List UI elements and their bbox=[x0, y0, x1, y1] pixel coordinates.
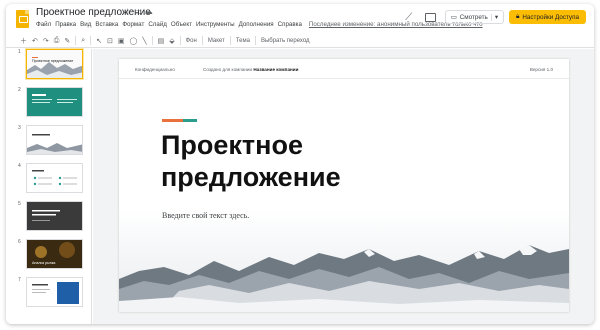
title-accent-bar bbox=[162, 119, 197, 122]
menu-help[interactable]: Справка bbox=[278, 21, 302, 28]
share-label: Настройки Доступа bbox=[522, 13, 579, 21]
divider bbox=[229, 36, 231, 45]
theme-button[interactable]: Тема bbox=[236, 38, 250, 44]
filmstrip-item[interactable]: 3 bbox=[6, 125, 92, 155]
slide-number: 5 bbox=[18, 201, 21, 207]
toolbar: ＋ ↶ ↷ ⎙ ✎ ⌕ ↖ ⊡ ▣ ◯ ╲ ▤ ⬙ Фон Макет Тема… bbox=[6, 34, 594, 48]
filmstrip-item[interactable]: 4 bbox=[6, 163, 92, 193]
menu-tools[interactable]: Инструменты bbox=[196, 21, 235, 28]
slide-number: 1 bbox=[18, 49, 21, 55]
line-icon[interactable]: ╲ bbox=[142, 37, 146, 45]
present-button[interactable]: ▭ Смотреть ▾ bbox=[444, 10, 504, 24]
slide-number: 2 bbox=[18, 87, 21, 93]
filmstrip-item[interactable]: 2 bbox=[6, 87, 92, 117]
share-button[interactable]: 🔒︎ Настройки Доступа bbox=[509, 10, 586, 24]
thumbnail-2-art bbox=[27, 88, 82, 116]
slide-number: 7 bbox=[18, 277, 21, 283]
select-icon[interactable]: ↖ bbox=[96, 37, 102, 45]
activity-dashboard-icon[interactable]: ⟋ bbox=[402, 12, 416, 23]
header-actions: ⟋ ▭ Смотреть ▾ 🔒︎ Настройки Доступа bbox=[402, 10, 586, 24]
lock-icon: 🔒︎ bbox=[516, 13, 520, 20]
thumb-6-title: Анализ рынка bbox=[32, 261, 55, 265]
paint-format-icon[interactable]: ✎ bbox=[64, 37, 70, 45]
menu-view[interactable]: Вид bbox=[80, 21, 91, 28]
slide-thumbnail-4[interactable] bbox=[26, 163, 83, 193]
layout-button[interactable]: Макет bbox=[208, 38, 225, 44]
move-folder-icon[interactable]: ▭ bbox=[134, 7, 145, 16]
shape-icon[interactable]: ◯ bbox=[130, 37, 138, 45]
divider bbox=[151, 36, 153, 45]
confidential-label: Конфиденциально bbox=[135, 67, 175, 72]
editor-canvas: Конфиденциально Создано для компании Наз… bbox=[93, 49, 594, 324]
star-icon[interactable]: ☆ bbox=[124, 7, 134, 16]
menu-object[interactable]: Объект bbox=[171, 21, 192, 28]
menu-addons[interactable]: Дополнения bbox=[239, 21, 274, 28]
slide-thumbnail-7[interactable] bbox=[26, 277, 83, 307]
current-slide[interactable]: Конфиденциально Создано для компании Наз… bbox=[119, 59, 569, 312]
divider bbox=[179, 36, 181, 45]
title-actions: ☆▭☁ bbox=[124, 7, 156, 16]
menu-slide[interactable]: Слайд bbox=[148, 21, 167, 28]
thumbnail-4-art bbox=[27, 164, 82, 192]
thumbnail-3-art bbox=[27, 126, 82, 154]
thumbnail-6-art: Анализ рынка bbox=[27, 240, 82, 268]
version-label: Версия 1.0 bbox=[529, 67, 553, 72]
divider bbox=[75, 36, 77, 45]
company-name: Название компании bbox=[253, 67, 299, 72]
mountain-background-image bbox=[119, 209, 569, 312]
menu-file[interactable]: Файл bbox=[36, 21, 51, 28]
menu-format[interactable]: Формат bbox=[122, 21, 144, 28]
thumb-1-title: Проектное предложение bbox=[32, 59, 73, 63]
text-box-icon[interactable]: ⊡ bbox=[107, 37, 113, 45]
image-icon[interactable]: ▣ bbox=[118, 37, 125, 45]
background-button[interactable]: Фон bbox=[186, 38, 197, 44]
slide-thumbnail-5[interactable] bbox=[26, 201, 83, 231]
slide-thumbnail-6[interactable]: Анализ рынка bbox=[26, 239, 83, 269]
filmstrip-item[interactable]: 5 bbox=[6, 201, 92, 231]
prepared-for-label: Создано для компании Название компании bbox=[203, 67, 298, 72]
chevron-down-icon[interactable]: ▾ bbox=[490, 13, 498, 21]
comments-icon[interactable] bbox=[424, 12, 436, 22]
print-icon[interactable]: ⎙ bbox=[54, 37, 60, 45]
prepared-for-text: Создано для компании bbox=[203, 67, 253, 72]
cloud-status-icon: ☁ bbox=[144, 7, 156, 16]
undo-icon[interactable]: ↶ bbox=[32, 37, 38, 45]
app-window: Проектное предложение ☆▭☁ Файл Правка Ви… bbox=[6, 4, 594, 324]
slide-thumbnail-2[interactable] bbox=[26, 87, 83, 117]
divider bbox=[254, 36, 256, 45]
thumbnail-1-art: Проектное предложение bbox=[27, 50, 82, 78]
new-slide-icon[interactable]: ＋ bbox=[20, 36, 27, 46]
present-icon: ▭ bbox=[450, 13, 457, 21]
slide-number: 4 bbox=[18, 163, 21, 169]
slide-header-strip: Конфиденциально Создано для компании Наз… bbox=[119, 59, 569, 79]
slide-thumbnail-1[interactable]: Проектное предложение bbox=[25, 48, 84, 80]
slides-logo-icon[interactable] bbox=[16, 10, 29, 28]
filmstrip-item[interactable]: 1 Проектное предложение bbox=[6, 48, 92, 80]
thumbnail-7-art bbox=[27, 278, 82, 306]
menu-edit[interactable]: Правка bbox=[55, 21, 76, 28]
menu-insert[interactable]: Вставка bbox=[95, 21, 118, 28]
transition-button[interactable]: Выбрать переход bbox=[261, 38, 310, 44]
comment-add-icon[interactable]: ▤ bbox=[158, 37, 165, 45]
redo-icon[interactable]: ↷ bbox=[43, 37, 49, 45]
slide-thumbnail-3[interactable] bbox=[26, 125, 83, 155]
slide-title[interactable]: Проектное предложение bbox=[161, 129, 421, 193]
app-header: Проектное предложение ☆▭☁ Файл Правка Ви… bbox=[6, 4, 594, 34]
zoom-icon[interactable]: ⌕ bbox=[81, 37, 85, 45]
slide-number: 6 bbox=[18, 239, 21, 245]
slide-filmstrip: 1 Проектное предложение 2 3 4 5 6 Анализ… bbox=[6, 48, 92, 324]
thumbnail-5-art bbox=[27, 202, 82, 230]
divider bbox=[201, 36, 203, 45]
filmstrip-item[interactable]: 6 Анализ рынка bbox=[6, 239, 92, 269]
slide-number: 3 bbox=[18, 125, 21, 131]
filmstrip-item[interactable]: 7 bbox=[6, 277, 92, 307]
divider bbox=[90, 36, 92, 45]
fill-color-icon[interactable]: ⬙ bbox=[169, 37, 174, 45]
present-label: Смотреть bbox=[459, 13, 488, 21]
slide-subtitle[interactable]: Введите свой текст здесь. bbox=[162, 211, 249, 220]
